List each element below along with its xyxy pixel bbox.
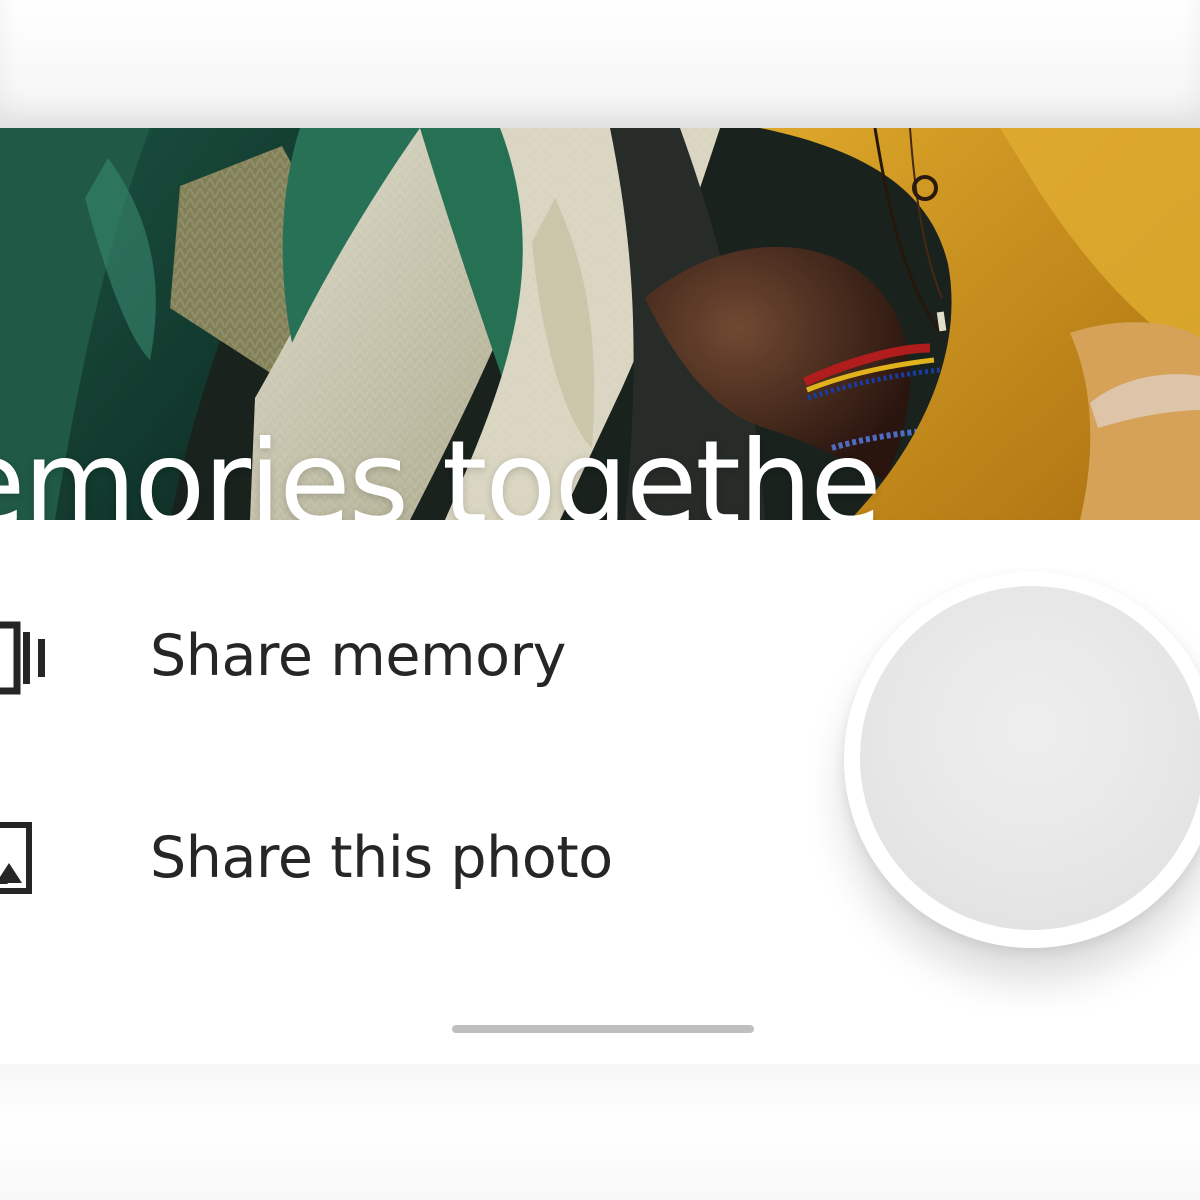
touch-indicator-inner <box>860 586 1200 930</box>
top-device-area <box>0 0 1200 128</box>
share-memory-option[interactable]: Share memory <box>0 592 760 722</box>
memory-title-overlay: emories togethe <box>0 416 882 551</box>
memory-stack-icon <box>0 621 45 695</box>
share-memory-screen: emories togethe Share memory Share this … <box>0 0 1200 1200</box>
bottom-device-area <box>0 1064 1200 1200</box>
image-icon <box>0 822 32 894</box>
share-this-photo-label: Share this photo <box>150 825 613 891</box>
share-memory-label: Share memory <box>150 623 566 689</box>
bottom-sheet-handle[interactable] <box>452 1025 754 1033</box>
share-this-photo-option[interactable]: Share this photo <box>0 794 760 924</box>
touch-indicator <box>844 572 1200 948</box>
phone-screen: emories togethe Share memory Share this … <box>0 0 1200 1200</box>
